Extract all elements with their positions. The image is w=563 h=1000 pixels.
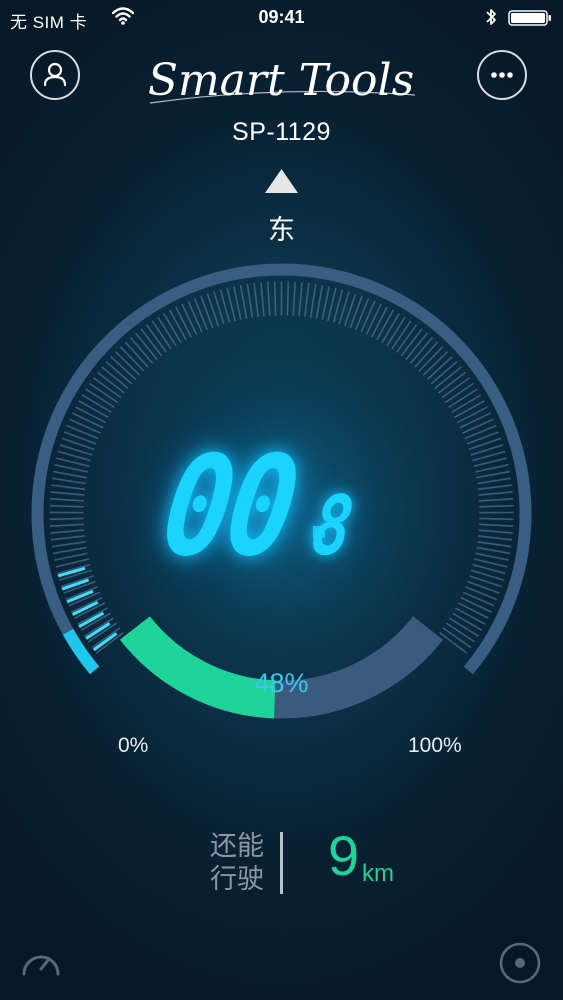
battery-min-label: 0% — [118, 734, 149, 757]
gauge-tick — [462, 591, 495, 607]
gauge-tick — [457, 406, 488, 424]
gauge-tick — [163, 313, 182, 344]
user-icon — [43, 62, 67, 87]
range-value: 9 — [328, 824, 360, 887]
gauge-tick — [187, 300, 203, 333]
gauge-tick — [49, 517, 84, 521]
gauge-tick — [462, 418, 494, 434]
gauge-tick — [381, 313, 400, 344]
range-label-line1: 还能 — [210, 831, 264, 862]
status-bar: 无 SIM 卡 09:41 — [0, 0, 563, 36]
speed-decimal: 8 — [306, 479, 359, 574]
brand-logo: Smart Tools — [148, 55, 416, 106]
gauge-tick — [460, 596, 492, 613]
speed-readout: 00 8 — [154, 426, 405, 588]
gauge-tick — [479, 517, 514, 521]
status-time: 09:41 — [258, 7, 305, 27]
gauge-tick — [365, 303, 382, 335]
gauge-tick — [457, 602, 489, 619]
profile-button[interactable] — [30, 50, 80, 100]
compass-direction: 东 — [268, 215, 295, 246]
gauge-tick — [273, 281, 277, 316]
speedometer-icon[interactable] — [18, 940, 64, 986]
bluetooth-icon — [486, 9, 496, 25]
gauge-tick — [81, 394, 112, 413]
gauge-tick — [376, 309, 394, 341]
battery-max-label: 100% — [408, 734, 462, 757]
range-divider — [280, 832, 283, 894]
locate-icon[interactable] — [497, 940, 543, 986]
gauge-tick — [169, 309, 187, 341]
more-icon — [491, 72, 513, 78]
gauge-tick — [454, 400, 485, 419]
gauge-tick — [72, 412, 104, 429]
gauge-tick — [78, 400, 109, 419]
gauge-tick — [71, 596, 103, 613]
gauge-tick — [286, 281, 290, 316]
gauge-tick — [451, 394, 482, 413]
gauge-tick — [360, 300, 376, 333]
gauge-tick — [181, 303, 198, 335]
direction-arrow-icon — [265, 169, 298, 193]
speed-integer: 00 — [154, 426, 304, 587]
gauge-tick — [69, 418, 101, 434]
speed-indicator-segment — [62, 628, 100, 675]
more-options-button[interactable] — [477, 50, 527, 100]
gauge-tick — [459, 412, 491, 429]
gauge-tick — [175, 306, 193, 338]
range-label: 还能 行驶 — [210, 830, 272, 896]
gauge-tick — [75, 406, 106, 424]
battery-percent: 48% — [254, 668, 309, 698]
range-label-line2: 行驶 — [210, 864, 264, 895]
gauge-tick — [452, 612, 483, 631]
gauge-tick — [370, 306, 388, 338]
device-id: SP-1129 — [232, 118, 331, 146]
battery-icon — [508, 10, 551, 26]
gauge-tick — [455, 607, 486, 626]
range-unit: km — [362, 860, 394, 887]
